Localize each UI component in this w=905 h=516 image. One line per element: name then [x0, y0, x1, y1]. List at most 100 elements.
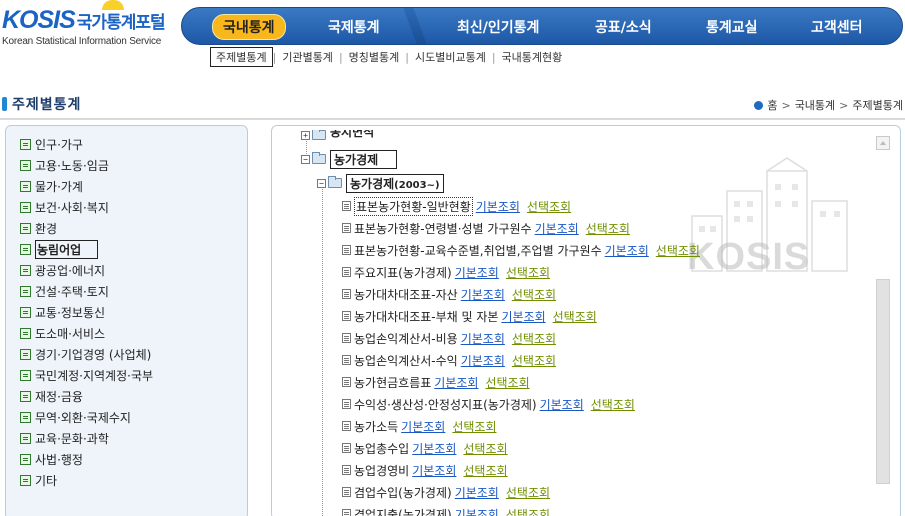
- tree-node-cut[interactable]: + 농지면적: [301, 130, 374, 140]
- basic-query-link[interactable]: 기본조회: [461, 286, 505, 303]
- basic-query-link[interactable]: 기본조회: [412, 440, 456, 457]
- select-query-link[interactable]: 선택조회: [512, 352, 556, 369]
- table-node[interactable]: 농가대차대조표-자산 기본조회 선택조회: [342, 285, 556, 303]
- category-item[interactable]: 교통·정보통신: [6, 302, 247, 323]
- select-query-link[interactable]: 선택조회: [485, 374, 529, 391]
- nav-news[interactable]: 공표/소식: [595, 17, 652, 37]
- category-item[interactable]: 교육·문화·과학: [6, 428, 247, 449]
- table-label[interactable]: 표본농가현황-교육수준별,취업별,주업별 가구원수: [354, 242, 602, 259]
- table-label[interactable]: 농업손익계산서-비용: [354, 330, 458, 347]
- table-node[interactable]: 표본농가현황-연령별·성별 가구원수 기본조회 선택조회: [342, 219, 630, 237]
- subnav-status[interactable]: 국내통계현황: [496, 49, 569, 65]
- basic-query-link[interactable]: 기본조회: [461, 330, 505, 347]
- select-query-link[interactable]: 선택조회: [506, 264, 550, 281]
- table-node[interactable]: 농업손익계산서-비용 기본조회 선택조회: [342, 329, 556, 347]
- select-query-link[interactable]: 선택조회: [586, 220, 630, 237]
- category-item[interactable]: 광공업·에너지: [6, 260, 247, 281]
- table-label[interactable]: 농가대차대조표-부채 및 자본: [354, 308, 498, 325]
- kosis-logo[interactable]: KOSIS 국가통계포털 Korean Statistical Informat…: [2, 0, 172, 50]
- category-item[interactable]: 환경: [6, 218, 247, 239]
- basic-query-link[interactable]: 기본조회: [605, 242, 649, 259]
- table-label[interactable]: 농업총수입: [354, 440, 409, 457]
- basic-query-link[interactable]: 기본조회: [455, 484, 499, 501]
- category-item[interactable]: 농림어업: [6, 239, 247, 260]
- category-item[interactable]: 무역·외환·국제수지: [6, 407, 247, 428]
- basic-query-link[interactable]: 기본조회: [501, 308, 545, 325]
- basic-query-link[interactable]: 기본조회: [434, 374, 478, 391]
- basic-query-link[interactable]: 기본조회: [540, 396, 584, 413]
- table-node[interactable]: 농가현금흐름표 기본조회 선택조회: [342, 373, 530, 391]
- category-item[interactable]: 국민계정·지역계정·국부: [6, 365, 247, 386]
- breadcrumb-domestic[interactable]: 국내통계: [795, 97, 835, 113]
- table-label[interactable]: 농가소득: [354, 418, 398, 435]
- select-query-link[interactable]: 선택조회: [506, 506, 550, 516]
- subnav-by-agency[interactable]: 기관별통계: [276, 49, 339, 65]
- select-query-link[interactable]: 선택조회: [656, 242, 700, 259]
- table-node[interactable]: 겸업지출(농가경제) 기본조회 선택조회: [342, 505, 550, 516]
- collapse-icon[interactable]: −: [317, 178, 326, 188]
- scroll-thumb[interactable]: [876, 279, 890, 484]
- table-node[interactable]: 농가소득 기본조회 선택조회: [342, 417, 497, 435]
- table-node[interactable]: 수익성·생산성·안정성지표(농가경제) 기본조회 선택조회: [342, 395, 635, 413]
- expand-icon[interactable]: +: [301, 131, 310, 140]
- table-label[interactable]: 주요지표(농가경제): [354, 264, 452, 281]
- category-item[interactable]: 재정·금융: [6, 386, 247, 407]
- select-query-link[interactable]: 선택조회: [452, 418, 496, 435]
- category-item[interactable]: 사법·행정: [6, 449, 247, 470]
- table-label[interactable]: 수익성·생산성·안정성지표(농가경제): [354, 396, 537, 413]
- basic-query-link[interactable]: 기본조회: [476, 198, 520, 215]
- table-node[interactable]: 농업손익계산서-수익 기본조회 선택조회: [342, 351, 556, 369]
- breadcrumb-home[interactable]: 홈: [767, 97, 777, 113]
- category-item[interactable]: 보건·사회·복지: [6, 197, 247, 218]
- table-node[interactable]: 표본농가현황-일반현황 기본조회 선택조회: [342, 196, 571, 216]
- table-node[interactable]: 농업경영비 기본조회 선택조회: [342, 461, 508, 479]
- select-query-link[interactable]: 선택조회: [506, 484, 550, 501]
- select-query-link[interactable]: 선택조회: [553, 308, 597, 325]
- select-query-link[interactable]: 선택조회: [527, 198, 571, 215]
- table-node[interactable]: 주요지표(농가경제) 기본조회 선택조회: [342, 263, 550, 281]
- subnav-by-subject[interactable]: 주제별통계: [210, 47, 273, 67]
- nav-latest-popular-stats[interactable]: 최신/인기통계: [457, 17, 539, 37]
- scroll-up-icon[interactable]: [876, 136, 890, 150]
- category-item[interactable]: 물가·가계: [6, 176, 247, 197]
- table-label[interactable]: 겸업지출(농가경제): [354, 506, 452, 516]
- basic-query-link[interactable]: 기본조회: [412, 462, 456, 479]
- table-label[interactable]: 표본농가현황-일반현황: [354, 196, 473, 216]
- subnav-by-region[interactable]: 시도별비교통계: [409, 49, 492, 65]
- select-query-link[interactable]: 선택조회: [591, 396, 635, 413]
- select-query-link[interactable]: 선택조회: [463, 462, 507, 479]
- category-item[interactable]: 고용·노동·임금: [6, 155, 247, 176]
- table-node[interactable]: 표본농가현황-교육수준별,취업별,주업별 가구원수 기본조회 선택조회: [342, 241, 700, 259]
- category-item[interactable]: 기타: [6, 470, 247, 491]
- nav-customer-center[interactable]: 고객센터: [811, 17, 863, 37]
- table-label[interactable]: 표본농가현황-연령별·성별 가구원수: [354, 220, 532, 237]
- nav-stats-class[interactable]: 통계교실: [706, 17, 758, 37]
- category-item[interactable]: 건설·주택·토지: [6, 281, 247, 302]
- basic-query-link[interactable]: 기본조회: [401, 418, 445, 435]
- basic-query-link[interactable]: 기본조회: [461, 352, 505, 369]
- tree-scrollbar[interactable]: [876, 136, 890, 491]
- collapse-icon[interactable]: −: [301, 154, 310, 164]
- tree-node-farm-economy[interactable]: − 농가경제: [301, 149, 398, 169]
- subnav-by-name[interactable]: 명칭별통계: [343, 49, 406, 65]
- table-node[interactable]: 농업총수입 기본조회 선택조회: [342, 439, 508, 457]
- table-label[interactable]: 농가현금흐름표: [354, 374, 431, 391]
- tree-node-farm-economy-2003[interactable]: − 농가경제(2003~): [317, 173, 444, 193]
- category-item[interactable]: 경기·기업경영 (사업체): [6, 344, 247, 365]
- table-label[interactable]: 농업경영비: [354, 462, 409, 479]
- table-node[interactable]: 농가대차대조표-부채 및 자본 기본조회 선택조회: [342, 307, 597, 325]
- nav-international-stats[interactable]: 국제통계: [328, 17, 380, 37]
- select-query-link[interactable]: 선택조회: [512, 330, 556, 347]
- category-item[interactable]: 도소매·서비스: [6, 323, 247, 344]
- table-label[interactable]: 농가대차대조표-자산: [354, 286, 458, 303]
- basic-query-link[interactable]: 기본조회: [455, 506, 499, 516]
- select-query-link[interactable]: 선택조회: [463, 440, 507, 457]
- select-query-link[interactable]: 선택조회: [512, 286, 556, 303]
- nav-domestic-stats[interactable]: 국내통계: [212, 14, 286, 40]
- basic-query-link[interactable]: 기본조회: [455, 264, 499, 281]
- category-item[interactable]: 인구·가구: [6, 134, 247, 155]
- table-label[interactable]: 겸업수입(농가경제): [354, 484, 452, 501]
- table-node[interactable]: 겸업수입(농가경제) 기본조회 선택조회: [342, 483, 550, 501]
- basic-query-link[interactable]: 기본조회: [535, 220, 579, 237]
- table-label[interactable]: 농업손익계산서-수익: [354, 352, 458, 369]
